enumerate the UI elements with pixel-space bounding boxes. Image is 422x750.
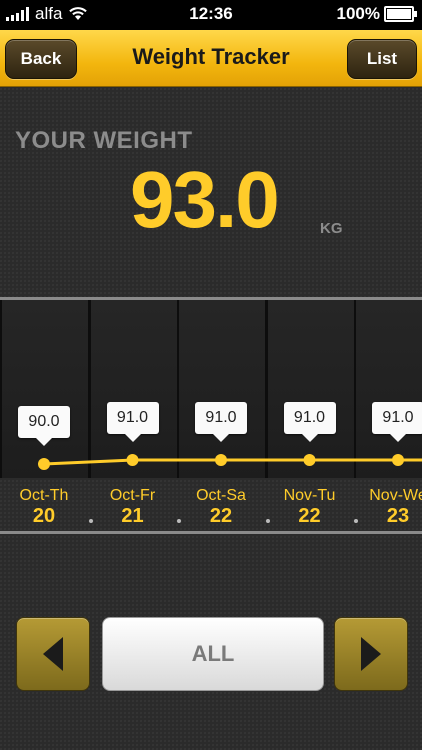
day-label-date: 20 [32, 505, 56, 527]
value-bubble: 90.0 [18, 406, 70, 446]
day-label-weekday: Nov-Tu [283, 487, 336, 504]
day-label-weekday: Oct-Sa [196, 487, 246, 504]
battery-percent: 100% [336, 4, 380, 23]
next-button[interactable] [334, 617, 408, 691]
nav-bar: Back Weight Tracker List [0, 30, 422, 87]
day-label: Nov-We 23 [355, 487, 422, 528]
battery-icon [384, 6, 417, 22]
day-label: Oct-Fr 21 [90, 487, 176, 528]
value-bubble: 91.0 [195, 402, 247, 442]
previous-button[interactable] [16, 617, 90, 691]
weight-value: 93.0 [130, 155, 280, 244]
status-bar: alfa 12:36 100% [0, 0, 422, 30]
day-label-date: 22 [209, 505, 233, 527]
value-bubble: 91.0 [283, 402, 336, 442]
day-label: Oct-Sa 22 [178, 487, 264, 528]
weight-label: YOUR WEIGHT [15, 127, 193, 154]
day-label-date: 23 [386, 505, 410, 527]
day-label-weekday: Oct-Fr [109, 487, 156, 504]
weight-chart[interactable]: 90.0 Oct-Th 20 91.0 Oct-Fr 21 91.0 Oct-Sa 22 91.0… [0, 297, 422, 537]
value-bubble: 91.0 [372, 402, 422, 442]
data-point[interactable] [303, 454, 316, 466]
list-button[interactable]: List [347, 39, 417, 79]
day-label-weekday: Nov-We [369, 487, 422, 504]
day-label-date: 21 [121, 505, 144, 527]
data-point[interactable] [215, 454, 227, 466]
day-label-weekday: Oct-Th [19, 487, 69, 504]
data-point[interactable] [38, 458, 50, 470]
day-label-date: 22 [298, 505, 321, 527]
all-button[interactable]: ALL [102, 617, 324, 691]
triangle-left-icon [43, 637, 63, 671]
data-point[interactable] [392, 454, 404, 466]
value-bubble: 91.0 [106, 402, 159, 442]
day-label: Nov-Tu 22 [267, 487, 353, 528]
status-right: 100% [336, 4, 417, 24]
day-label: Oct-Th 20 [1, 487, 87, 528]
triangle-right-icon [361, 637, 381, 671]
weight-series-line [43, 458, 422, 466]
data-point[interactable] [126, 454, 139, 466]
weight-unit: KG [320, 220, 343, 237]
